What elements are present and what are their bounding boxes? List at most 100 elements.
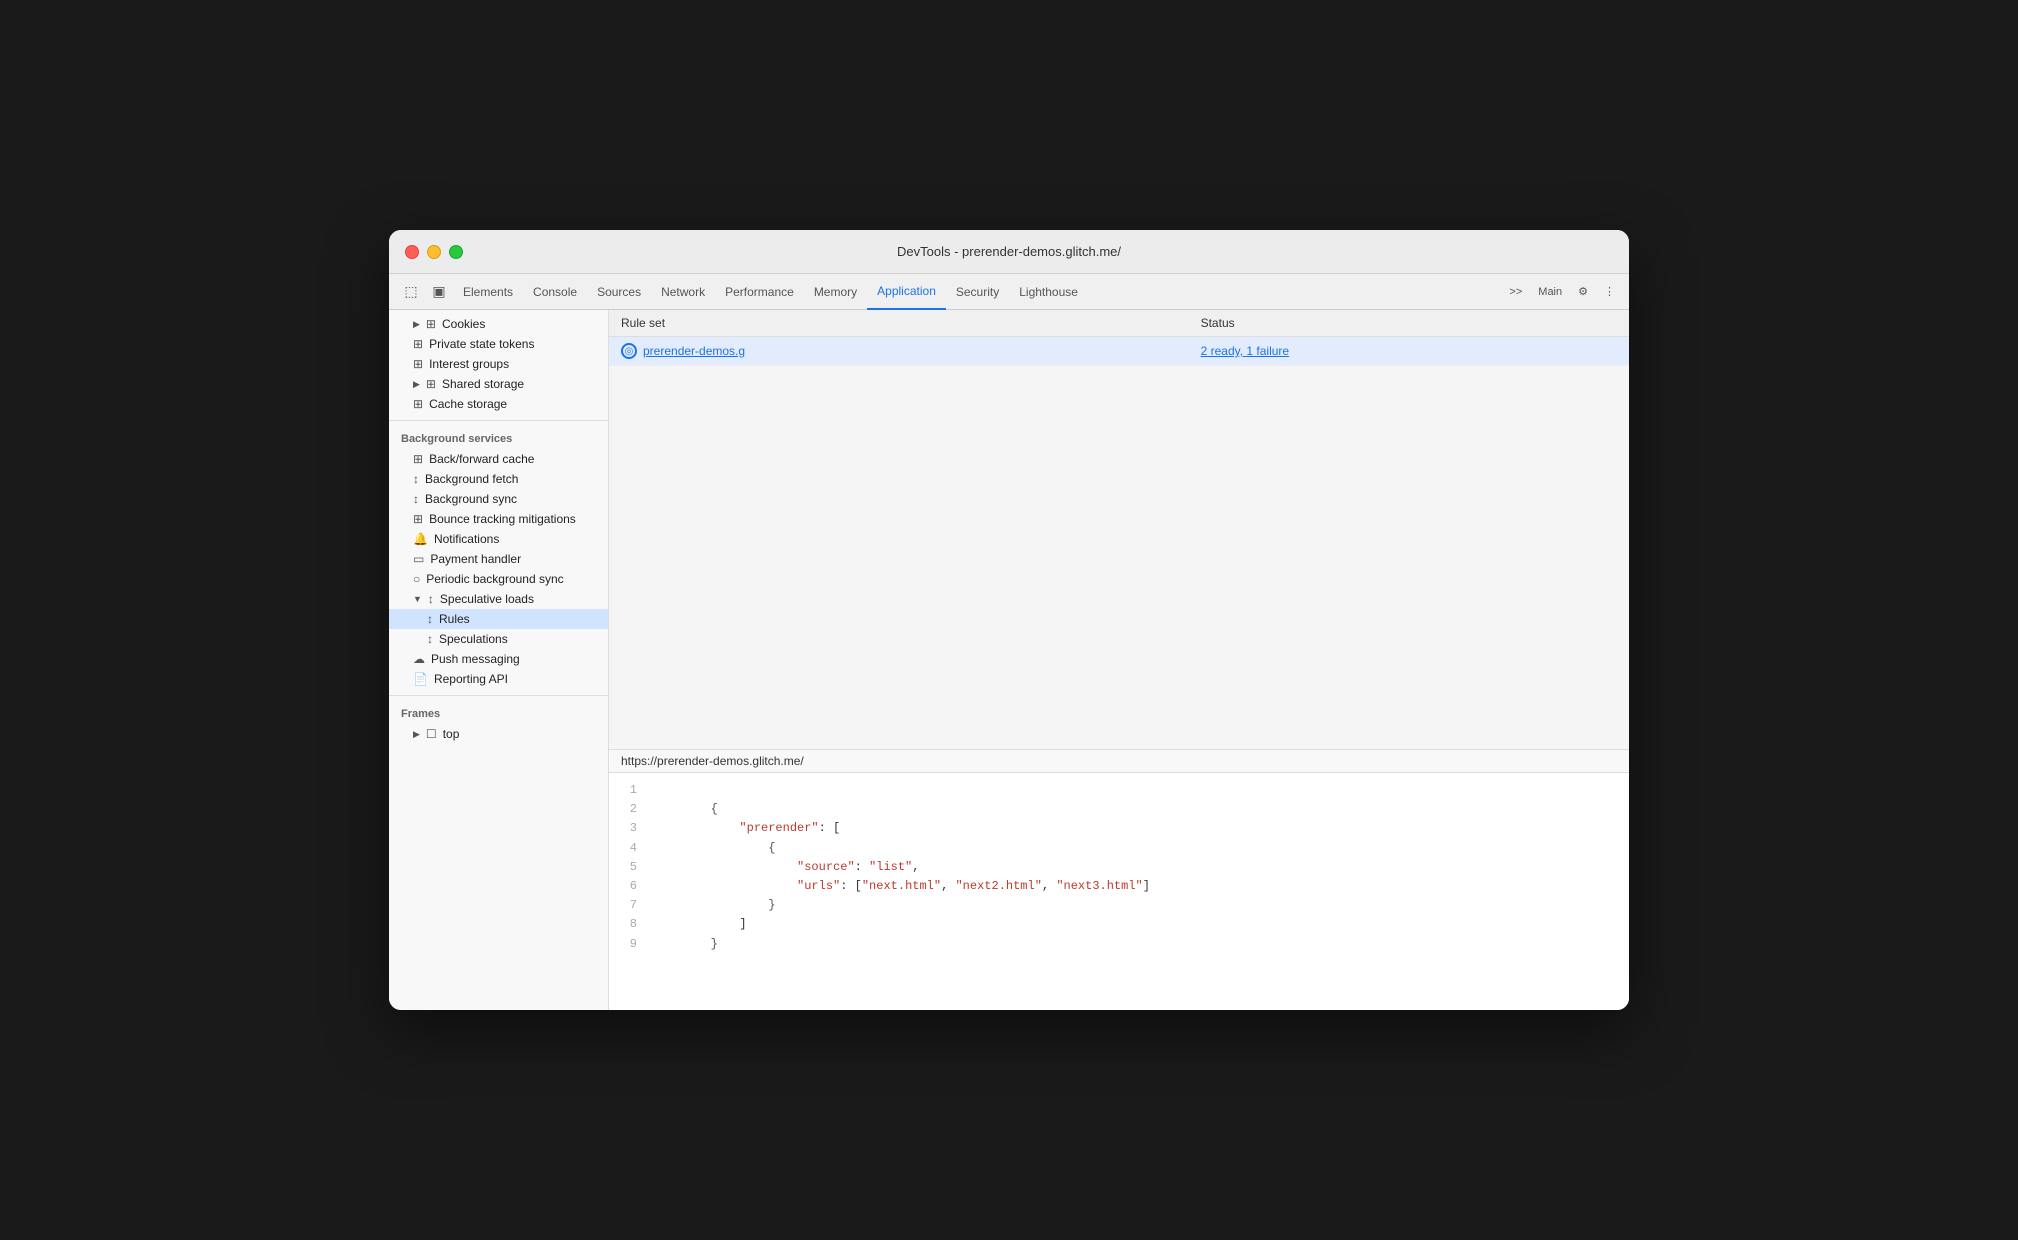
tab-overflow-button[interactable]: >>	[1503, 284, 1528, 300]
sidebar-item-payment-handler[interactable]: ▭ Payment handler	[389, 549, 608, 569]
sidebar-item-bg-sync[interactable]: ↕ Background sync	[389, 489, 608, 509]
sidebar-label-speculative-loads: Speculative loads	[440, 592, 534, 606]
bfcache-icon: ⊞	[413, 452, 423, 466]
line-num-6: 6	[621, 877, 637, 896]
line-num-1: 1	[621, 781, 637, 800]
sidebar-item-speculations[interactable]: ↕ Speculations	[389, 629, 608, 649]
sidebar-item-cookies[interactable]: ▶ ⊞ Cookies	[389, 314, 608, 334]
sidebar-item-interest-groups[interactable]: ⊞ Interest groups	[389, 354, 608, 374]
status-link[interactable]: 2 ready, 1 failure	[1201, 344, 1290, 358]
close-button[interactable]	[405, 245, 419, 259]
sidebar-label-payment-handler: Payment handler	[430, 552, 521, 566]
top-frame-icon: ☐	[426, 727, 437, 741]
tab-security[interactable]: Security	[946, 274, 1009, 310]
tab-lighthouse[interactable]: Lighthouse	[1009, 274, 1088, 310]
expand-arrow-cookies: ▶	[413, 319, 420, 330]
code-line-5: 5 "source": "list",	[621, 858, 1617, 877]
sidebar-label-notifications: Notifications	[434, 532, 499, 546]
sidebar-item-speculative-loads[interactable]: ▼ ↕ Speculative loads	[389, 589, 608, 609]
sidebar-label-rules: Rules	[439, 612, 470, 626]
code-content-2: {	[653, 800, 718, 819]
sidebar-label-speculations: Speculations	[439, 632, 508, 646]
table-area: Rule set Status ◎ prerender-demos.g	[609, 310, 1629, 750]
reporting-api-icon: 📄	[413, 672, 428, 686]
sidebar-label-bounce-tracking: Bounce tracking mitigations	[429, 512, 576, 526]
code-line-8: 8 ]	[621, 915, 1617, 934]
rule-set-link[interactable]: prerender-demos.g	[643, 344, 745, 358]
sidebar-item-top[interactable]: ▶ ☐ top	[389, 724, 608, 744]
speculations-icon: ↕	[427, 632, 433, 646]
col-rule-set: Rule set	[609, 310, 1189, 337]
title-bar: DevTools - prerender-demos.glitch.me/	[389, 230, 1629, 274]
rules-table: Rule set Status ◎ prerender-demos.g	[609, 310, 1629, 366]
sidebar-item-periodic-bg-sync[interactable]: ○ Periodic background sync	[389, 569, 608, 589]
main-dropdown[interactable]: Main	[1532, 284, 1568, 300]
sidebar-item-bfcache[interactable]: ⊞ Back/forward cache	[389, 449, 608, 469]
code-line-1: 1	[621, 781, 1617, 800]
line-num-3: 3	[621, 819, 637, 838]
tab-memory[interactable]: Memory	[804, 274, 867, 310]
minimize-button[interactable]	[427, 245, 441, 259]
bg-fetch-icon: ↕	[413, 472, 419, 486]
tab-bar: ⬚ ▣ Elements Console Sources Network Per…	[389, 274, 1629, 310]
expand-arrow-shared-storage: ▶	[413, 379, 420, 390]
tab-sources[interactable]: Sources	[587, 274, 651, 310]
devtools-window: DevTools - prerender-demos.glitch.me/ ⬚ …	[389, 230, 1629, 1010]
sidebar-item-cache-storage[interactable]: ⊞ Cache storage	[389, 394, 608, 414]
tab-elements[interactable]: Elements	[453, 274, 523, 310]
code-content-9: }	[653, 935, 718, 954]
expand-arrow-top: ▶	[413, 729, 420, 740]
sidebar-item-private-state[interactable]: ⊞ Private state tokens	[389, 334, 608, 354]
tab-console[interactable]: Console	[523, 274, 587, 310]
sidebar-label-periodic-bg-sync: Periodic background sync	[426, 572, 563, 586]
bounce-tracking-icon: ⊞	[413, 512, 423, 526]
line-num-5: 5	[621, 858, 637, 877]
sidebar-label-bg-fetch: Background fetch	[425, 472, 518, 486]
frames-header: Frames	[389, 702, 608, 724]
sidebar-item-notifications[interactable]: 🔔 Notifications	[389, 529, 608, 549]
device-icon[interactable]: ▣	[425, 278, 453, 306]
interest-groups-icon: ⊞	[413, 357, 423, 371]
maximize-button[interactable]	[449, 245, 463, 259]
code-content-5: "source": "list",	[653, 858, 919, 877]
shared-storage-icon: ⊞	[426, 377, 436, 391]
sidebar-divider-1	[389, 420, 608, 421]
code-line-7: 7 }	[621, 896, 1617, 915]
sidebar-label-push-messaging: Push messaging	[431, 652, 520, 666]
sidebar-item-push-messaging[interactable]: ☁ Push messaging	[389, 649, 608, 669]
sidebar-item-bounce-tracking[interactable]: ⊞ Bounce tracking mitigations	[389, 509, 608, 529]
tab-network[interactable]: Network	[651, 274, 715, 310]
bg-sync-icon: ↕	[413, 492, 419, 506]
rule-set-status-icon: ◎	[621, 343, 637, 359]
notifications-icon: 🔔	[413, 532, 428, 546]
private-state-icon: ⊞	[413, 337, 423, 351]
content-panel: Rule set Status ◎ prerender-demos.g	[609, 310, 1629, 1010]
inspect-icon[interactable]: ⬚	[397, 278, 425, 306]
sidebar-item-rules[interactable]: ↕ Rules	[389, 609, 608, 629]
sidebar-item-bg-fetch[interactable]: ↕ Background fetch	[389, 469, 608, 489]
cache-storage-icon: ⊞	[413, 397, 423, 411]
main-content: ▶ ⊞ Cookies ⊞ Private state tokens ⊞ Int…	[389, 310, 1629, 1010]
speculative-loads-icon: ↕	[428, 592, 434, 606]
background-services-header: Background services	[389, 427, 608, 449]
line-num-2: 2	[621, 800, 637, 819]
payment-handler-icon: ▭	[413, 552, 424, 566]
settings-icon[interactable]: ⚙	[1572, 283, 1594, 300]
sidebar-label-bg-sync: Background sync	[425, 492, 517, 506]
table-row[interactable]: ◎ prerender-demos.g 2 ready, 1 failure	[609, 337, 1629, 366]
more-icon[interactable]: ⋮	[1598, 283, 1621, 300]
tab-application[interactable]: Application	[867, 274, 946, 310]
sidebar-item-reporting-api[interactable]: 📄 Reporting API	[389, 669, 608, 689]
code-content-3: "prerender": [	[653, 819, 840, 838]
sidebar-label-cookies: Cookies	[442, 317, 485, 331]
line-num-8: 8	[621, 915, 637, 934]
sidebar-divider-2	[389, 695, 608, 696]
tab-performance[interactable]: Performance	[715, 274, 804, 310]
code-line-3: 3 "prerender": [	[621, 819, 1617, 838]
sidebar: ▶ ⊞ Cookies ⊞ Private state tokens ⊞ Int…	[389, 310, 609, 1010]
bottom-url-bar: https://prerender-demos.glitch.me/	[609, 750, 1629, 773]
sidebar-label-reporting-api: Reporting API	[434, 672, 508, 686]
line-num-4: 4	[621, 839, 637, 858]
sidebar-item-shared-storage[interactable]: ▶ ⊞ Shared storage	[389, 374, 608, 394]
cell-status: 2 ready, 1 failure	[1189, 337, 1629, 366]
